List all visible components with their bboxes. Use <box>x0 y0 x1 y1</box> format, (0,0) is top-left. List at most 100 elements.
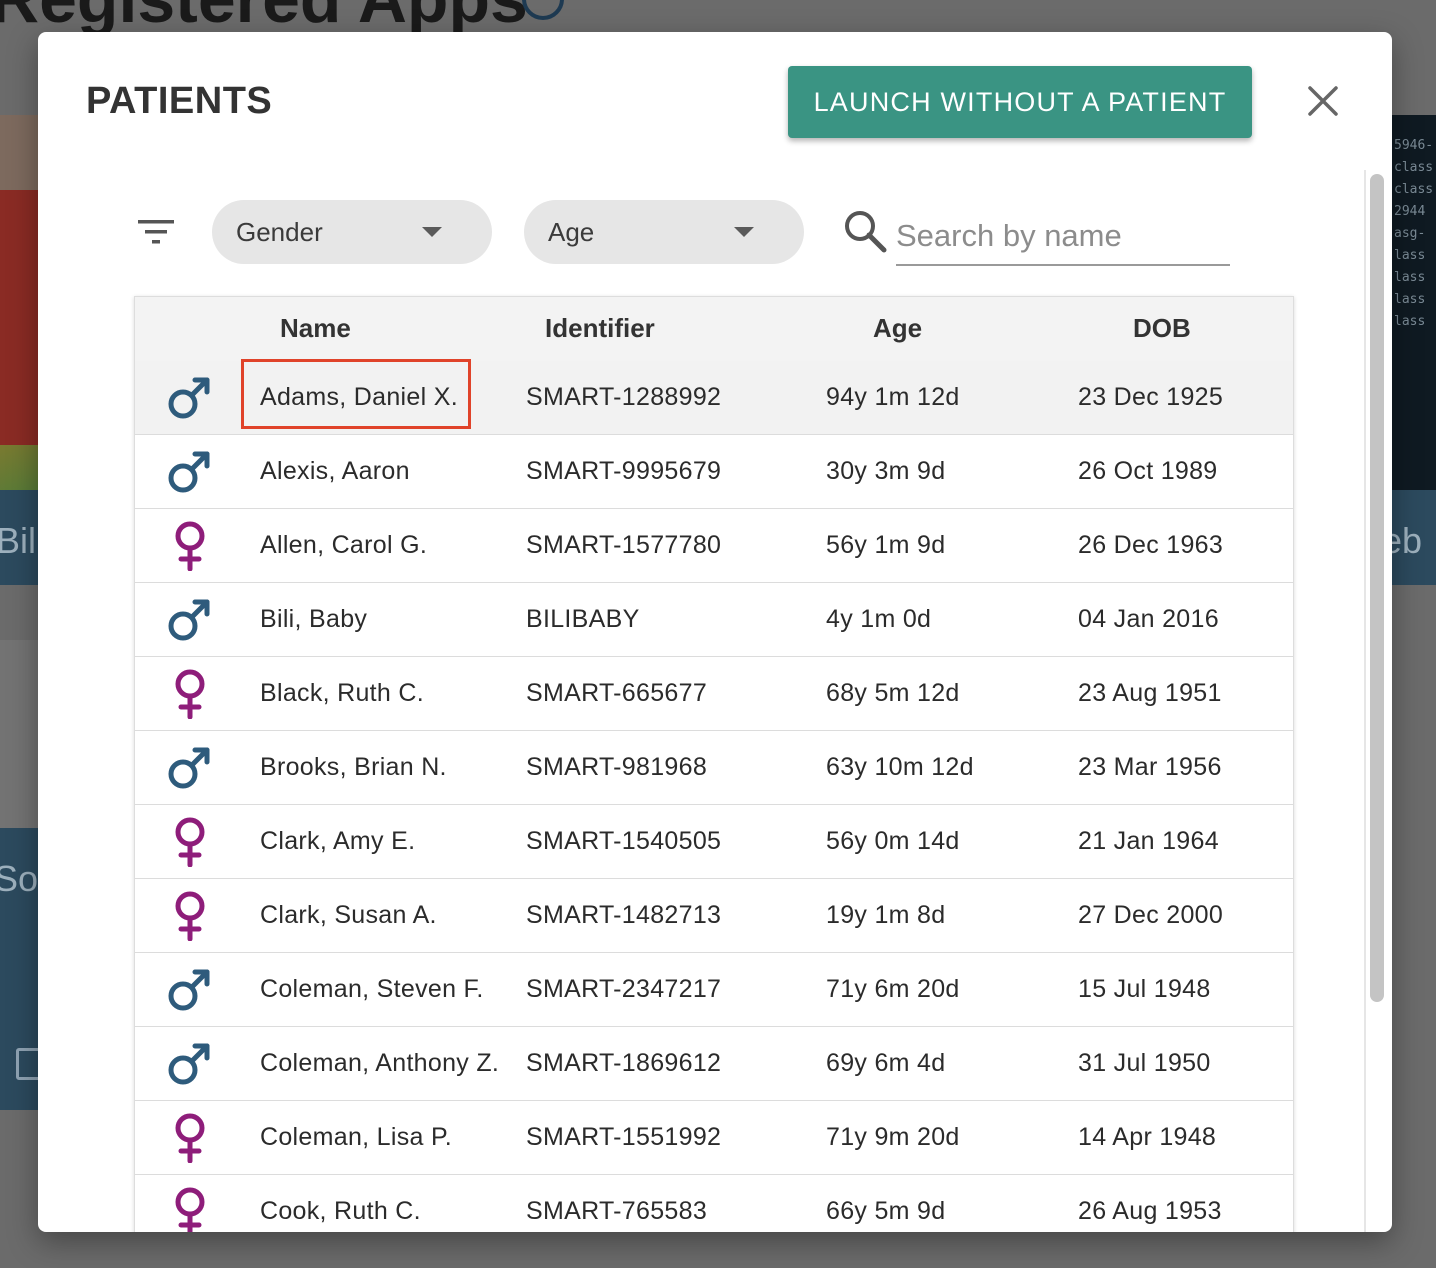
edit-icon <box>16 1048 40 1080</box>
launch-without-patient-button[interactable]: LAUNCH WITHOUT A PATIENT <box>788 66 1252 138</box>
female-icon <box>165 1113 215 1164</box>
background-app-card: 5946- class class 2944 asg-lass lass lass lass … <box>1392 115 1436 585</box>
table-row[interactable]: Clark, Amy E. SMART-1540505 56y 0m 14d 21 J… <box>135 805 1293 879</box>
patient-age: 69y 6m 4d <box>826 1049 946 1077</box>
patient-name: Cook, Ruth C. <box>260 1197 421 1225</box>
patient-identifier: SMART-2347217 <box>526 975 722 1003</box>
background-card-label: Soc <box>0 858 40 899</box>
patient-age: 56y 1m 9d <box>826 531 946 559</box>
patient-age: 30y 3m 9d <box>826 457 946 485</box>
patient-identifier: SMART-1540505 <box>526 827 722 855</box>
patient-identifier: SMART-9995679 <box>526 457 722 485</box>
patient-dob: 23 Mar 1956 <box>1078 753 1222 781</box>
age-filter-dropdown[interactable]: Age <box>524 200 804 264</box>
patient-dob: 26 Dec 1963 <box>1078 531 1224 559</box>
female-icon <box>165 669 215 720</box>
patient-name: Alexis, Aaron <box>260 457 410 485</box>
column-header-dob[interactable]: DOB <box>1133 313 1191 344</box>
patient-identifier: SMART-665677 <box>526 679 708 707</box>
patients-dialog: PATIENTS LAUNCH WITHOUT A PATIENT Gender… <box>38 32 1392 1232</box>
patient-age: 71y 9m 20d <box>826 1123 960 1151</box>
column-header-identifier[interactable]: Identifier <box>545 313 655 344</box>
patient-name: Adams, Daniel X. <box>260 383 458 411</box>
patient-name: Bili, Baby <box>260 605 368 633</box>
patient-age: 63y 10m 12d <box>826 753 974 781</box>
table-row[interactable]: Coleman, Anthony Z. SMART-1869612 69y 6m 4… <box>135 1027 1293 1101</box>
patient-identifier: SMART-1577780 <box>526 531 722 559</box>
patient-age: 71y 6m 20d <box>826 975 960 1003</box>
search-by-name-input[interactable] <box>896 208 1230 266</box>
table-row[interactable]: Bili, Baby BILIBABY 4y 1m 0d 04 Jan 2016 <box>135 583 1293 657</box>
scrollbar-thumb[interactable] <box>1370 174 1384 1002</box>
gender-filter-dropdown[interactable]: Gender <box>212 200 492 264</box>
patient-age: 66y 5m 9d <box>826 1197 946 1225</box>
table-row[interactable]: Alexis, Aaron SMART-9995679 30y 3m 9d 26 Oc… <box>135 435 1293 509</box>
close-icon[interactable] <box>1302 80 1344 122</box>
male-icon <box>165 595 215 645</box>
patient-dob: 15 Jul 1948 <box>1078 975 1211 1003</box>
background-app-card: Soc <box>0 828 40 1110</box>
patient-identifier: SMART-1869612 <box>526 1049 722 1077</box>
patient-identifier: SMART-1288992 <box>526 383 722 411</box>
patient-name: Coleman, Steven F. <box>260 975 484 1003</box>
patient-age: 56y 0m 14d <box>826 827 960 855</box>
patient-identifier: SMART-981968 <box>526 753 708 781</box>
patient-age: 94y 1m 12d <box>826 383 960 411</box>
patient-name: Coleman, Anthony Z. <box>260 1049 500 1077</box>
male-icon <box>165 373 215 423</box>
table-row[interactable]: Black, Ruth C. SMART-665677 68y 5m 12d 23 A… <box>135 657 1293 731</box>
table-row[interactable]: Coleman, Lisa P. SMART-1551992 71y 9m 20d 1… <box>135 1101 1293 1175</box>
info-icon <box>522 0 564 20</box>
patient-name: Allen, Carol G. <box>260 531 428 559</box>
patient-age: 4y 1m 0d <box>826 605 932 633</box>
male-icon <box>165 447 215 497</box>
patient-dob: 27 Dec 2000 <box>1078 901 1224 929</box>
search-icon <box>842 208 888 254</box>
patient-identifier: SMART-1551992 <box>526 1123 722 1151</box>
male-icon <box>165 743 215 793</box>
gender-filter-label: Gender <box>236 216 323 247</box>
patient-identifier: BILIBABY <box>526 605 640 633</box>
female-icon <box>165 817 215 868</box>
patient-dob: 26 Aug 1953 <box>1078 1197 1222 1225</box>
scrollbar-track <box>1364 170 1366 1232</box>
column-header-name[interactable]: Name <box>280 313 351 344</box>
patient-dob: 26 Oct 1989 <box>1078 457 1218 485</box>
female-icon <box>165 521 215 572</box>
female-icon <box>165 891 215 942</box>
patient-identifier: SMART-765583 <box>526 1197 708 1225</box>
chevron-down-icon <box>734 227 754 237</box>
table-row[interactable]: Allen, Carol G. SMART-1577780 56y 1m 9d 26 … <box>135 509 1293 583</box>
filter-list-icon[interactable] <box>138 218 178 248</box>
female-icon <box>165 1187 215 1232</box>
background-card-label: eb <box>1392 520 1423 561</box>
patient-dob: 14 Apr 1948 <box>1078 1123 1217 1151</box>
table-row[interactable]: Adams, Daniel X. SMART-1288992 94y 1m 12d 2… <box>135 359 1293 435</box>
background-card-label: Bili <box>0 520 40 561</box>
patient-age: 68y 5m 12d <box>826 679 960 707</box>
chevron-down-icon <box>422 227 442 237</box>
background-divider <box>0 640 40 828</box>
patient-dob: 23 Aug 1951 <box>1078 679 1222 707</box>
patient-name: Coleman, Lisa P. <box>260 1123 452 1151</box>
patient-name: Clark, Amy E. <box>260 827 416 855</box>
table-row[interactable]: Clark, Susan A. SMART-1482713 19y 1m 8d 27 … <box>135 879 1293 953</box>
patient-dob: 04 Jan 2016 <box>1078 605 1219 633</box>
patient-name: Brooks, Brian N. <box>260 753 447 781</box>
column-header-age[interactable]: Age <box>873 313 922 344</box>
table-header: Name Identifier Age DOB <box>135 297 1293 362</box>
patient-age: 19y 1m 8d <box>826 901 946 929</box>
dialog-title: PATIENTS <box>86 80 273 122</box>
patient-dob: 23 Dec 1925 <box>1078 383 1224 411</box>
male-icon <box>165 1039 215 1089</box>
patient-dob: 21 Jan 1964 <box>1078 827 1219 855</box>
table-row[interactable]: Coleman, Steven F. SMART-2347217 71y 6m 20… <box>135 953 1293 1027</box>
table-row[interactable]: Cook, Ruth C. SMART-765583 66y 5m 9d 26 Aug… <box>135 1175 1293 1232</box>
background-code-text: 5946- class class 2944 asg-lass lass lass lass <box>1394 138 1434 329</box>
patient-identifier: SMART-1482713 <box>526 901 722 929</box>
background-app-card: Bili <box>0 115 40 585</box>
age-filter-label: Age <box>548 216 595 247</box>
patient-name: Black, Ruth C. <box>260 679 424 707</box>
table-row[interactable]: Brooks, Brian N. SMART-981968 63y 10m 12d 2… <box>135 731 1293 805</box>
patient-name: Clark, Susan A. <box>260 901 437 929</box>
